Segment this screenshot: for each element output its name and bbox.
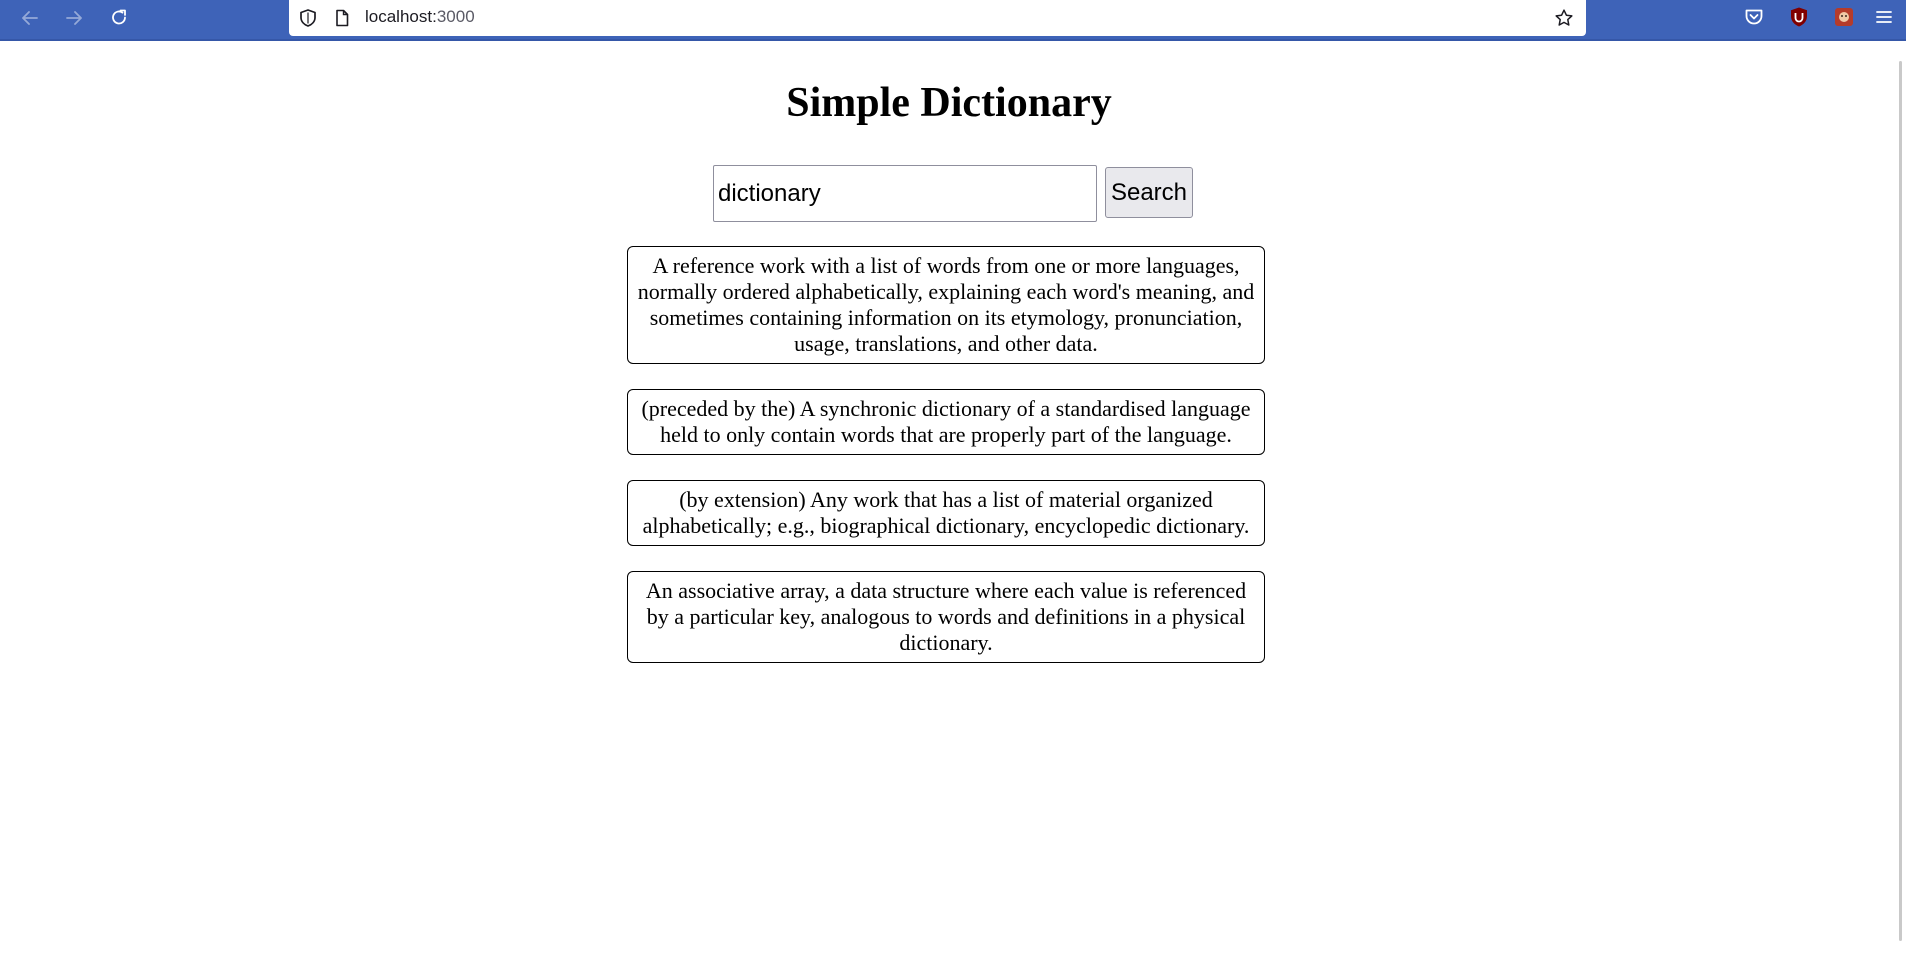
pocket-icon (1745, 9, 1763, 25)
extension-icon (1835, 8, 1853, 26)
back-button[interactable] (13, 3, 47, 32)
shield-icon (300, 9, 316, 27)
forward-button[interactable] (57, 3, 91, 32)
site-info-button[interactable] (331, 7, 353, 29)
definition-card: (by extension) Any work that has a list … (627, 480, 1265, 546)
page-icon (336, 9, 349, 27)
app-menu-button[interactable] (1872, 5, 1896, 29)
page-content: Simple Dictionary Search A reference wor… (0, 41, 1898, 958)
ublock-origin-button[interactable] (1787, 5, 1811, 29)
arrow-left-icon (22, 10, 38, 25)
definitions-list: A reference work with a list of words fr… (627, 246, 1265, 688)
definition-card: (preceded by the) A synchronic dictionar… (627, 389, 1265, 455)
ublock-origin-icon (1791, 7, 1807, 27)
url-text[interactable]: localhost:3000 (365, 7, 475, 27)
search-input[interactable] (713, 165, 1097, 222)
browser-toolbar: localhost:3000 (0, 0, 1906, 41)
url-port: 3000 (436, 7, 475, 26)
vertical-scrollbar[interactable] (1898, 41, 1906, 958)
definition-card: A reference work with a list of words fr… (627, 246, 1265, 364)
bookmark-button[interactable] (1553, 7, 1575, 29)
hamburger-menu-icon (1876, 11, 1892, 23)
extension-button[interactable] (1832, 5, 1856, 29)
scrollbar-thumb[interactable] (1899, 61, 1902, 941)
url-host: localhost: (365, 7, 437, 26)
pocket-button[interactable] (1742, 5, 1766, 29)
search-button[interactable]: Search (1105, 167, 1193, 218)
tracking-protection-button[interactable] (297, 7, 319, 29)
reload-icon (112, 9, 126, 24)
star-icon (1555, 9, 1573, 26)
reload-button[interactable] (102, 3, 136, 32)
definition-card: An associative array, a data structure w… (627, 571, 1265, 663)
page-title: Simple Dictionary (786, 80, 1112, 126)
address-bar[interactable]: localhost:3000 (289, 0, 1586, 36)
arrow-right-icon (66, 10, 82, 25)
